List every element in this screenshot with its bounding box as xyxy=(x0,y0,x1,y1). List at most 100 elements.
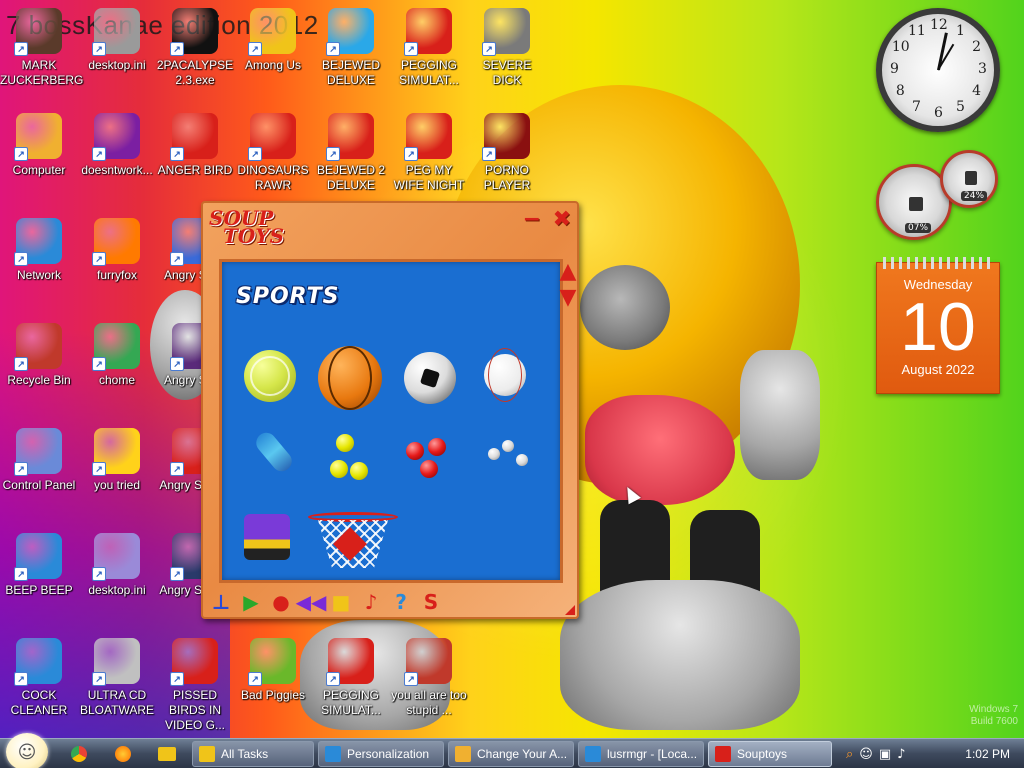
taskbar-clock[interactable]: 1:02 PM xyxy=(965,747,1010,761)
desktop-icon[interactable]: ↗ PORNO PLAYER xyxy=(468,113,546,193)
taskbar-button[interactable]: Change Your A... xyxy=(448,741,574,767)
red-ball[interactable] xyxy=(428,438,446,456)
close-button[interactable]: ✖ xyxy=(553,207,571,232)
clock-gadget[interactable]: 12 1 2 3 4 5 6 7 8 9 10 11 xyxy=(876,8,1000,132)
clock-numeral: 1 xyxy=(956,22,965,39)
desktop-icon[interactable]: ↗ desktop.ini xyxy=(78,533,156,598)
tennis-ball[interactable] xyxy=(244,350,296,402)
white-ball[interactable] xyxy=(516,454,528,466)
roller-skate[interactable] xyxy=(244,514,290,560)
red-ball[interactable] xyxy=(406,442,424,460)
volume-icon[interactable]: ♪ xyxy=(897,747,905,762)
desktop-icon[interactable]: ↗ BEJEWED DELUXE xyxy=(312,8,390,88)
desktop-icon-label: PEGGING SIMULAT... xyxy=(321,688,381,717)
desktop-icon[interactable]: ↗ MARK ZUCKERBERG xyxy=(0,8,84,88)
start-button[interactable]: ☺ xyxy=(6,733,48,768)
rewind-button[interactable]: ◀◀ xyxy=(296,590,327,614)
gear-icon: ↗ xyxy=(482,8,530,56)
desktop-icon[interactable]: ↗ PEG MY WIFE NIGHT xyxy=(390,113,468,193)
desktop-icon[interactable]: ↗ Control Panel xyxy=(0,428,78,493)
record-button[interactable]: ● xyxy=(269,590,293,614)
white-ball[interactable] xyxy=(502,440,514,452)
clock-numeral: 8 xyxy=(895,83,905,99)
shortcut-arrow-icon: ↗ xyxy=(92,252,106,266)
desktop-icon[interactable]: ↗ BEEP BEEP xyxy=(0,533,78,598)
play-button[interactable]: ▶ xyxy=(239,590,263,614)
messenger-icon[interactable]: ☺ xyxy=(859,747,873,762)
desktop-icon[interactable]: ↗ 2PACALYPSE 2.3.exe xyxy=(156,8,234,88)
baseball[interactable] xyxy=(484,348,526,402)
desktop-icon[interactable]: ↗ SEVERE DICK xyxy=(468,8,546,88)
explorer-quicklaunch-icon[interactable] xyxy=(156,744,178,764)
soup-button[interactable]: S xyxy=(419,590,443,614)
desktop-icon[interactable]: ↗ PEGGING SIMULAT... xyxy=(312,638,390,718)
network-icon[interactable]: ▣ xyxy=(879,747,891,762)
memory-meter-gadget[interactable]: 24% xyxy=(940,150,998,208)
desktop-icon[interactable]: ↗ COCK CLEANER xyxy=(0,638,78,718)
desktop-icon[interactable]: ↗ BEJEWED 2 DELUXE xyxy=(312,113,390,193)
desktop-icon[interactable]: ↗ Recycle Bin xyxy=(0,323,78,388)
firefox-icon: ↗ xyxy=(92,218,140,266)
calendar-gadget[interactable]: Wednesday 10 August 2022 xyxy=(876,257,1000,394)
shortcut-arrow-icon: ↗ xyxy=(14,252,28,266)
taskbar-button[interactable]: Personalization xyxy=(318,741,444,767)
desktop-icon[interactable]: ↗ PISSED BIRDS IN VIDEO G... xyxy=(156,638,234,733)
desktop-icon[interactable]: ↗ you tried xyxy=(78,428,156,493)
weight-tool[interactable]: ⊥ xyxy=(209,590,233,614)
desktop-icon-label: MARK ZUCKERBERG xyxy=(0,58,84,87)
shortcut-arrow-icon: ↗ xyxy=(170,672,184,686)
minimize-button[interactable]: − xyxy=(523,207,541,232)
basketball[interactable] xyxy=(318,346,382,410)
category-title: SPORTS xyxy=(236,284,340,309)
calendar-month-year: August 2022 xyxy=(901,362,975,377)
desktop-icon[interactable]: ↗ Network xyxy=(0,218,78,283)
taskbar-button[interactable]: lusrmgr - [Loca... xyxy=(578,741,704,767)
stop-button[interactable]: ■ xyxy=(329,590,353,614)
desktop-icon[interactable]: ↗ Among Us xyxy=(234,8,312,73)
toy-stage[interactable]: SPORTS xyxy=(219,259,563,583)
soccer-ball[interactable] xyxy=(404,352,456,404)
firefox-quicklaunch-icon[interactable] xyxy=(112,744,134,764)
character-shoe xyxy=(560,580,800,730)
desktop-icon[interactable]: ↗ you all are too stupid ... xyxy=(390,638,468,718)
desktop-icon[interactable]: ↗ ANGER BIRD xyxy=(156,113,234,178)
gem-icon: ↗ xyxy=(326,113,374,161)
desktop-icon[interactable]: ↗ doesntwork... xyxy=(78,113,156,178)
desktop-icon[interactable]: ↗ PEGGING SIMULAT... xyxy=(390,8,468,88)
souptoys-window[interactable]: SOUP TOYS − ✖ SPORTS ▲ ▼ ⊥ ▶ ● ◀◀ ■ ♪ ? … xyxy=(201,201,579,619)
tube-toy[interactable] xyxy=(252,428,296,476)
yellow-ball[interactable] xyxy=(336,434,354,452)
search-icon[interactable]: ⌕ xyxy=(846,747,853,762)
desktop-icon[interactable]: ↗ furryfox xyxy=(78,218,156,283)
clock-numeral: 9 xyxy=(890,61,899,77)
music-button[interactable]: ♪ xyxy=(359,590,383,614)
desktop-icon[interactable]: ↗ Computer xyxy=(0,113,78,178)
desktop-icon-label: COCK CLEANER xyxy=(10,688,68,717)
red-ball[interactable] xyxy=(420,460,438,478)
help-button[interactable]: ? xyxy=(389,590,413,614)
desktop-icon[interactable]: ↗ desktop.ini xyxy=(78,8,156,73)
resize-grip[interactable] xyxy=(565,605,575,615)
yellow-ball[interactable] xyxy=(330,460,348,478)
yellow-ball[interactable] xyxy=(350,462,368,480)
desktop-icon[interactable]: ↗ ULTRA CD BLOATWARE xyxy=(78,638,156,718)
watermark-line1: Windows 7 xyxy=(969,704,1018,715)
shortcut-arrow-icon: ↗ xyxy=(248,672,262,686)
white-ball[interactable] xyxy=(488,448,500,460)
shortcut-arrow-icon: ↗ xyxy=(482,42,496,56)
clock-numeral: 7 xyxy=(912,99,921,116)
desktop-icon[interactable]: ↗ DINOSAURS RAWR xyxy=(234,113,312,193)
taskbar-button[interactable]: All Tasks xyxy=(192,741,314,767)
shortcut-arrow-icon: ↗ xyxy=(248,42,262,56)
desktop-icon[interactable]: ↗ Bad Piggies xyxy=(234,638,312,703)
clock-numeral: 3 xyxy=(978,61,987,77)
desktop-icon-label: Network xyxy=(16,268,61,282)
desktop-icon[interactable]: ↗ chome xyxy=(78,323,156,388)
settings-file-icon: ↗ xyxy=(92,533,140,581)
basketball-hoop[interactable] xyxy=(308,512,398,572)
scroll-arrows[interactable]: ▲ ▼ xyxy=(557,259,579,313)
desktop-icon-label: PEG MY WIFE NIGHT xyxy=(393,163,465,192)
chrome-quicklaunch-icon[interactable] xyxy=(68,744,90,764)
taskbar-button[interactable]: Souptoys xyxy=(708,741,832,767)
soup-icon xyxy=(715,746,731,762)
